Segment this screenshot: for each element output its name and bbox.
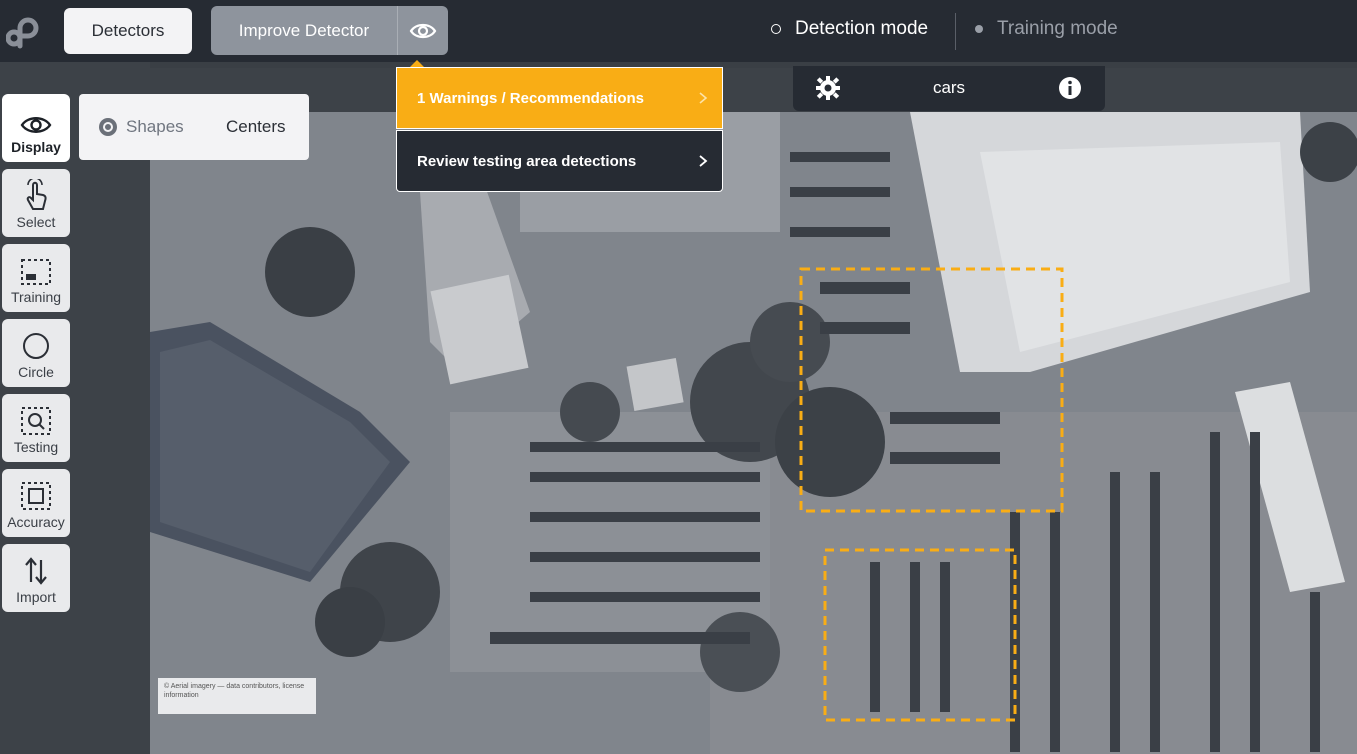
warnings-toggle-button[interactable] (397, 6, 448, 55)
tool-testing[interactable]: Testing (2, 394, 70, 462)
tool-display[interactable]: Display (2, 94, 70, 162)
improve-detector-label: Improve Detector (238, 20, 370, 40)
aerial-map[interactable]: © Aerial imagery — data contributors, li… (150, 112, 1357, 754)
detectors-button-label: Detectors (91, 21, 165, 40)
detection-mode-label: Detection mode (795, 18, 929, 39)
top-bar: Detectors Improve Detector Detection mod… (0, 0, 1357, 62)
dropdown-caret (410, 60, 424, 67)
info-icon[interactable] (1058, 76, 1082, 100)
radio-unselected-icon (975, 25, 983, 33)
review-testing-menu-item[interactable]: Review testing area detections (396, 130, 723, 192)
hand-pointer-icon (26, 179, 47, 210)
tool-import-label: Import (16, 589, 56, 605)
tool-testing-label: Testing (13, 439, 59, 455)
detector-title-panel: cars (793, 66, 1105, 111)
tool-accuracy[interactable]: Accuracy (2, 469, 70, 537)
shapes-option[interactable]: Shapes (99, 117, 184, 137)
training-area-icon (21, 259, 51, 285)
import-arrows-icon (25, 557, 47, 585)
map-attribution: © Aerial imagery — data contributors, li… (158, 678, 316, 714)
mode-divider (955, 13, 956, 50)
display-options-panel: Shapes Centers (79, 94, 309, 160)
tool-circle-label: Circle (18, 364, 54, 380)
warnings-menu-item[interactable]: 1 Warnings / Recommendations (396, 67, 723, 129)
eye-icon (20, 117, 52, 133)
app-logo-icon (6, 17, 39, 49)
chevron-right-icon (699, 155, 708, 167)
detection-mode-option[interactable]: Detection mode (771, 18, 928, 40)
testing-area-icon (21, 407, 51, 435)
chevron-right-icon (699, 92, 708, 104)
improve-detector-button[interactable]: Improve Detector (211, 6, 397, 55)
training-mode-option[interactable]: Training mode (975, 18, 1118, 40)
training-mode-label: Training mode (997, 18, 1118, 39)
review-label: Review testing area detections (417, 152, 637, 170)
aerial-image (150, 112, 1357, 754)
tool-accuracy-label: Accuracy (7, 514, 65, 530)
eye-icon (409, 23, 437, 38)
tool-display-label: Display (11, 139, 61, 155)
radio-selected-icon (771, 24, 781, 34)
improve-detector-dropdown: 1 Warnings / Recommendations Review test… (396, 60, 723, 192)
detectors-button[interactable]: Detectors (64, 8, 192, 54)
shapes-label: Shapes (126, 117, 184, 136)
warnings-label: 1 Warnings / Recommendations (417, 89, 644, 107)
tool-select[interactable]: Select (2, 169, 70, 237)
tool-select-label: Select (16, 214, 56, 230)
centers-option[interactable]: Centers (226, 117, 286, 137)
tool-import[interactable]: Import (2, 544, 70, 612)
tool-training[interactable]: Training (2, 244, 70, 312)
radio-selected-icon (99, 118, 117, 136)
accuracy-area-icon (21, 482, 51, 510)
tool-circle[interactable]: Circle (2, 319, 70, 387)
centers-label: Centers (226, 117, 286, 136)
tool-training-label: Training (10, 289, 62, 305)
circle-icon (23, 333, 49, 359)
